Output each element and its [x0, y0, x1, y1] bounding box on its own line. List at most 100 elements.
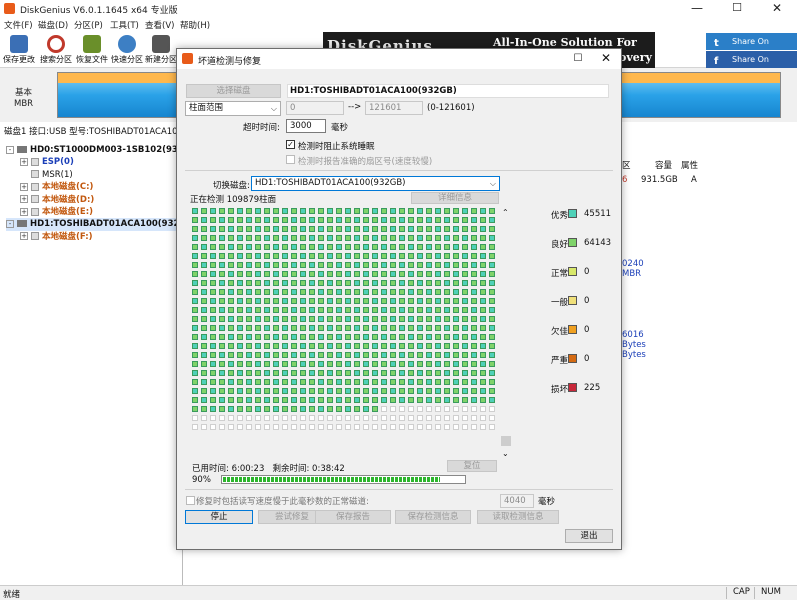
sector-cell: [435, 334, 441, 340]
timeout-input[interactable]: 3000: [286, 119, 326, 133]
share-twitter-button[interactable]: t Share On Twitter: [706, 33, 797, 63]
expand-toggle-icon[interactable]: +: [20, 182, 28, 191]
maximize-button[interactable]: ☐: [717, 0, 757, 17]
menu-partition[interactable]: 分区(P): [74, 19, 103, 31]
sector-cell: [300, 289, 306, 295]
detail-info-button[interactable]: 详细信息: [411, 192, 499, 204]
sector-cell: [462, 316, 468, 322]
sector-cell: [192, 280, 198, 286]
sector-cell: [471, 307, 477, 313]
tree-partition-node[interactable]: + ESP(0): [20, 156, 178, 169]
sector-cell: [327, 226, 333, 232]
tree-partition-node[interactable]: + 本地磁盘(C:): [20, 181, 178, 194]
minimize-button[interactable]: —: [677, 0, 717, 17]
info-value-4: Bytes: [622, 340, 646, 350]
expand-toggle-icon[interactable]: +: [20, 157, 28, 166]
expand-toggle-icon[interactable]: +: [20, 207, 28, 216]
sector-cell: [219, 235, 225, 241]
expand-toggle-icon[interactable]: -: [6, 219, 14, 228]
sector-cell: [480, 217, 486, 223]
range-type-select[interactable]: 柱面范围 ⌵: [185, 101, 281, 116]
menu-file[interactable]: 文件(F): [4, 19, 33, 31]
partition-icon: [31, 157, 39, 166]
sector-cell: [210, 388, 216, 394]
tree-partition-node[interactable]: MSR(1): [20, 169, 178, 182]
sector-cell: [399, 289, 405, 295]
sector-cell: [372, 271, 378, 277]
sector-cell: [453, 406, 459, 412]
sector-cell: [291, 397, 297, 403]
sector-cell: [246, 244, 252, 250]
read-detection-info-button[interactable]: 读取检测信息: [477, 510, 559, 524]
sector-cell: [327, 370, 333, 376]
save-detection-info-button[interactable]: 保存检测信息: [395, 510, 471, 524]
sector-cell: [480, 316, 486, 322]
sector-cell: [471, 334, 477, 340]
sector-cell: [318, 262, 324, 268]
sector-map-scrollbar[interactable]: ⌃ ⌄: [500, 208, 513, 460]
save-changes-button[interactable]: 保存更改: [0, 34, 38, 66]
sector-cell: [318, 271, 324, 277]
dialog-maximize-button[interactable]: ☐: [563, 51, 593, 67]
tree-partition-node[interactable]: + 本地磁盘(E:): [20, 206, 178, 219]
sector-cell: [255, 388, 261, 394]
range-to-input[interactable]: 121601: [365, 101, 423, 115]
sector-cell: [300, 325, 306, 331]
sector-cell: [201, 415, 207, 421]
menu-disk[interactable]: 磁盘(D): [38, 19, 68, 31]
sector-cell: [399, 334, 405, 340]
menu-view[interactable]: 查看(V): [145, 19, 174, 31]
sector-cell: [273, 316, 279, 322]
switch-disk-select[interactable]: HD1:TOSHIBADT01ACA100(932GB) ⌵: [251, 176, 500, 191]
menu-help[interactable]: 帮助(H): [180, 19, 210, 31]
reset-button[interactable]: 复位: [447, 460, 497, 472]
save-report-button[interactable]: 保存报告: [315, 510, 391, 524]
sector-cell: [237, 361, 243, 367]
sector-cell: [318, 253, 324, 259]
progress-percent: 90%: [192, 475, 211, 485]
menu-tools[interactable]: 工具(T): [110, 19, 139, 31]
dialog-close-button[interactable]: ✕: [591, 51, 621, 67]
new-partition-button[interactable]: 新建分区: [142, 34, 180, 66]
stop-button[interactable]: 停止: [185, 510, 253, 524]
sector-cell: [372, 424, 378, 430]
repair-slow-checkbox[interactable]: [186, 496, 195, 505]
repair-ms-input[interactable]: 4040: [500, 494, 534, 508]
range-from-input[interactable]: 0: [286, 101, 344, 115]
sector-cell: [201, 370, 207, 376]
expand-toggle-icon[interactable]: +: [20, 195, 28, 204]
tree-disk-node[interactable]: - HD0:ST1000DM003-1SB102(932GB): [6, 144, 201, 157]
sector-cell: [363, 424, 369, 430]
sector-cell: [336, 415, 342, 421]
share-facebook-button[interactable]: f Share On Facebook: [706, 51, 797, 81]
tree-disk-node[interactable]: - HD1:TOSHIBADT01ACA100(932GB): [6, 218, 197, 232]
sector-cell: [489, 325, 495, 331]
expand-toggle-icon[interactable]: -: [6, 145, 14, 154]
expand-toggle-icon[interactable]: +: [20, 232, 28, 241]
prevent-sleep-checkbox[interactable]: ✓: [286, 140, 295, 149]
sector-cell: [363, 262, 369, 268]
sector-cell: [246, 406, 252, 412]
recover-files-button[interactable]: 恢复文件: [73, 34, 111, 66]
sector-cell: [345, 253, 351, 259]
sector-cell: [318, 379, 324, 385]
sector-cell: [318, 370, 324, 376]
sector-cell: [327, 253, 333, 259]
sector-cell: [291, 244, 297, 250]
sector-cell: [246, 226, 252, 232]
tree-partition-node[interactable]: + 本地磁盘(D:): [20, 194, 178, 207]
tree-partition-node[interactable]: + 本地磁盘(F:): [20, 231, 178, 244]
close-button[interactable]: ✕: [757, 0, 797, 17]
sector-cell: [354, 280, 360, 286]
sector-cell: [345, 379, 351, 385]
info-value-2: MBR: [622, 269, 642, 279]
exit-button[interactable]: 退出: [565, 529, 613, 543]
legend-swatch: [568, 354, 577, 363]
search-partition-button[interactable]: 搜索分区: [37, 34, 75, 66]
accurate-sector-checkbox[interactable]: [286, 155, 295, 164]
sector-cell: [462, 352, 468, 358]
quick-partition-button[interactable]: 快速分区: [108, 34, 146, 66]
sector-cell: [480, 388, 486, 394]
sector-cell: [228, 370, 234, 376]
select-disk-button[interactable]: 选择磁盘: [186, 84, 281, 98]
